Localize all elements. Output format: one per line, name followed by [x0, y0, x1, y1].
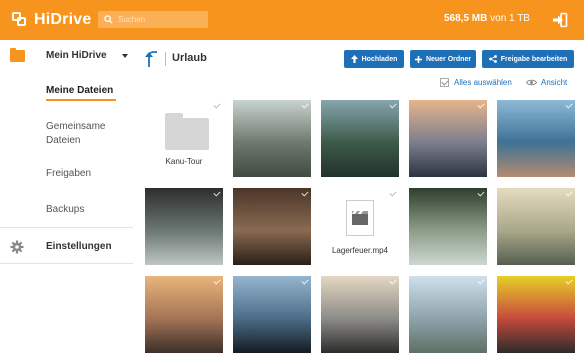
- checkmark-icon[interactable]: [301, 278, 308, 285]
- photo-thumbnail[interactable]: [409, 276, 487, 353]
- folder-icon: [10, 48, 25, 62]
- checkmark-icon[interactable]: [213, 190, 220, 197]
- checkmark-icon[interactable]: [477, 190, 484, 197]
- checkmark-icon[interactable]: [565, 190, 572, 197]
- quota-total: von 1 TB: [487, 13, 530, 24]
- sidebar-item-einstellungen[interactable]: Einstellungen: [46, 241, 112, 252]
- folder-icon: [165, 113, 209, 150]
- sidebar-item-freigaben[interactable]: Freigaben: [46, 167, 126, 181]
- checkbox-icon: [440, 78, 449, 87]
- mein-hidrive-menu[interactable]: Mein HiDrive: [0, 40, 133, 72]
- sidebar-divider: [0, 263, 133, 264]
- checkmark-icon[interactable]: [565, 102, 572, 109]
- quota-used: 568,5 MB: [444, 13, 488, 24]
- checkmark-icon[interactable]: [389, 278, 396, 285]
- back-arrow-icon[interactable]: [144, 50, 162, 68]
- sidebar-divider: [0, 227, 133, 228]
- hidrive-logo-icon: [12, 12, 28, 28]
- sidebar-item-label: Backups: [46, 204, 85, 215]
- checkmark-icon[interactable]: [301, 190, 308, 197]
- brand-name: HiDrive: [34, 11, 92, 28]
- checkmark-icon[interactable]: [213, 102, 220, 109]
- sidebar-item-label: Freigaben: [46, 168, 92, 179]
- share-icon: [488, 55, 497, 63]
- chevron-down-icon[interactable]: [122, 54, 128, 58]
- top-bar: HiDrive 568,5 MB von 1 TB: [0, 0, 584, 40]
- main-content: Urlaub Hochladen Neuer Ordner Freigabe b…: [140, 40, 584, 353]
- breadcrumb: Urlaub: [172, 52, 207, 64]
- photo-thumbnail[interactable]: [145, 276, 223, 353]
- photo-thumbnail[interactable]: [497, 276, 575, 353]
- upload-button[interactable]: Hochladen: [344, 50, 404, 68]
- view-toggle[interactable]: Ansicht: [526, 78, 567, 87]
- logout-icon[interactable]: [552, 12, 568, 28]
- active-indicator: [46, 99, 116, 101]
- section-title: Mein HiDrive: [46, 50, 107, 61]
- plus-icon: [414, 55, 422, 63]
- eye-icon: [526, 79, 537, 86]
- sidebar-item-label: Gemeinsame Dateien: [46, 121, 106, 146]
- photo-thumbnail[interactable]: [497, 100, 575, 177]
- photo-thumbnail[interactable]: [497, 188, 575, 265]
- file-name: Kanu-Tour: [165, 157, 203, 166]
- select-all-checkbox[interactable]: Alles auswählen: [440, 78, 512, 87]
- photo-thumbnail[interactable]: [145, 188, 223, 265]
- checkmark-icon[interactable]: [477, 278, 484, 285]
- search-input[interactable]: [118, 15, 202, 24]
- checkmark-icon[interactable]: [389, 102, 396, 109]
- photo-thumbnail[interactable]: [321, 276, 399, 353]
- select-all-label: Alles auswählen: [454, 78, 512, 87]
- photo-thumbnail[interactable]: [321, 100, 399, 177]
- sidebar-item-gemeinsame-dateien[interactable]: Gemeinsame Dateien: [46, 120, 126, 148]
- search-icon: [104, 15, 113, 24]
- upload-icon: [350, 55, 358, 63]
- photo-thumbnail[interactable]: [233, 100, 311, 177]
- sidebar: Mein HiDrive Meine Dateien Gemeinsame Da…: [0, 40, 133, 338]
- view-label: Ansicht: [541, 78, 568, 87]
- file-name: Lagerfeuer.mp4: [331, 246, 389, 255]
- upload-label: Hochladen: [361, 55, 398, 63]
- new-folder-button[interactable]: Neuer Ordner: [410, 50, 476, 68]
- checkmark-icon[interactable]: [213, 278, 220, 285]
- video-file-icon: [346, 200, 374, 236]
- checkmark-icon[interactable]: [389, 190, 396, 197]
- checkmark-icon[interactable]: [565, 278, 572, 285]
- gear-icon: [10, 240, 24, 254]
- sidebar-item-meine-dateien[interactable]: Meine Dateien: [46, 84, 126, 101]
- photo-thumbnail[interactable]: [233, 188, 311, 265]
- brand-logo[interactable]: HiDrive: [12, 10, 91, 30]
- share-button[interactable]: Freigabe bearbeiten: [482, 50, 574, 68]
- photo-thumbnail[interactable]: [233, 276, 311, 353]
- sidebar-item-label: Meine Dateien: [46, 85, 114, 96]
- sidebar-item-backups[interactable]: Backups: [46, 203, 126, 217]
- storage-quota: 568,5 MB von 1 TB: [444, 13, 530, 24]
- folder-tile[interactable]: Kanu-Tour: [145, 100, 223, 177]
- checkmark-icon[interactable]: [301, 102, 308, 109]
- photo-thumbnail[interactable]: [409, 100, 487, 177]
- search-box[interactable]: [98, 11, 208, 28]
- photo-thumbnail[interactable]: [409, 188, 487, 265]
- new-folder-label: Neuer Ordner: [425, 55, 472, 63]
- breadcrumb-separator: [165, 52, 166, 66]
- share-label: Freigabe bearbeiten: [500, 55, 568, 63]
- checkmark-icon[interactable]: [477, 102, 484, 109]
- video-file-tile[interactable]: Lagerfeuer.mp4: [321, 188, 399, 265]
